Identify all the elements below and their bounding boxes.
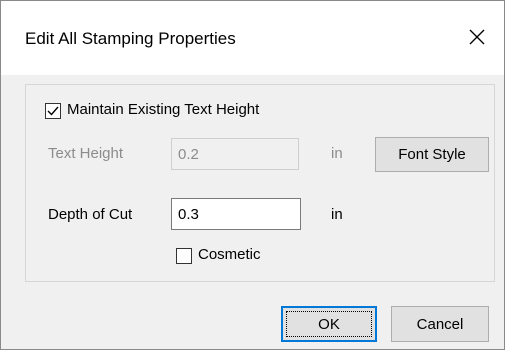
checkmark-icon xyxy=(47,106,59,116)
ok-button[interactable]: OK xyxy=(281,306,377,342)
dialog-title: Edit All Stamping Properties xyxy=(25,29,236,48)
maintain-text-height-checkbox[interactable] xyxy=(45,103,61,119)
close-icon[interactable] xyxy=(460,19,494,55)
depth-of-cut-unit: in xyxy=(331,206,343,223)
properties-group: Maintain Existing Text Height Text Heigh… xyxy=(25,84,495,282)
cosmetic-checkbox[interactable] xyxy=(176,248,192,264)
cosmetic-label[interactable]: Cosmetic xyxy=(198,246,261,263)
text-height-label: Text Height xyxy=(48,145,124,162)
cancel-button[interactable]: Cancel xyxy=(391,306,489,342)
focus-rectangle xyxy=(286,311,372,337)
depth-of-cut-label: Depth of Cut xyxy=(48,206,133,223)
text-height-unit: in xyxy=(331,145,343,162)
text-height-input[interactable]: 0.2 xyxy=(171,138,299,170)
depth-of-cut-input[interactable]: 0.3 xyxy=(171,198,301,230)
font-style-button[interactable]: Font Style xyxy=(375,137,489,172)
title-bar: Edit All Stamping Properties xyxy=(1,1,504,75)
maintain-text-height-label[interactable]: Maintain Existing Text Height xyxy=(67,101,259,118)
edit-stamping-properties-dialog: Edit All Stamping Properties Maintain Ex… xyxy=(0,0,505,350)
